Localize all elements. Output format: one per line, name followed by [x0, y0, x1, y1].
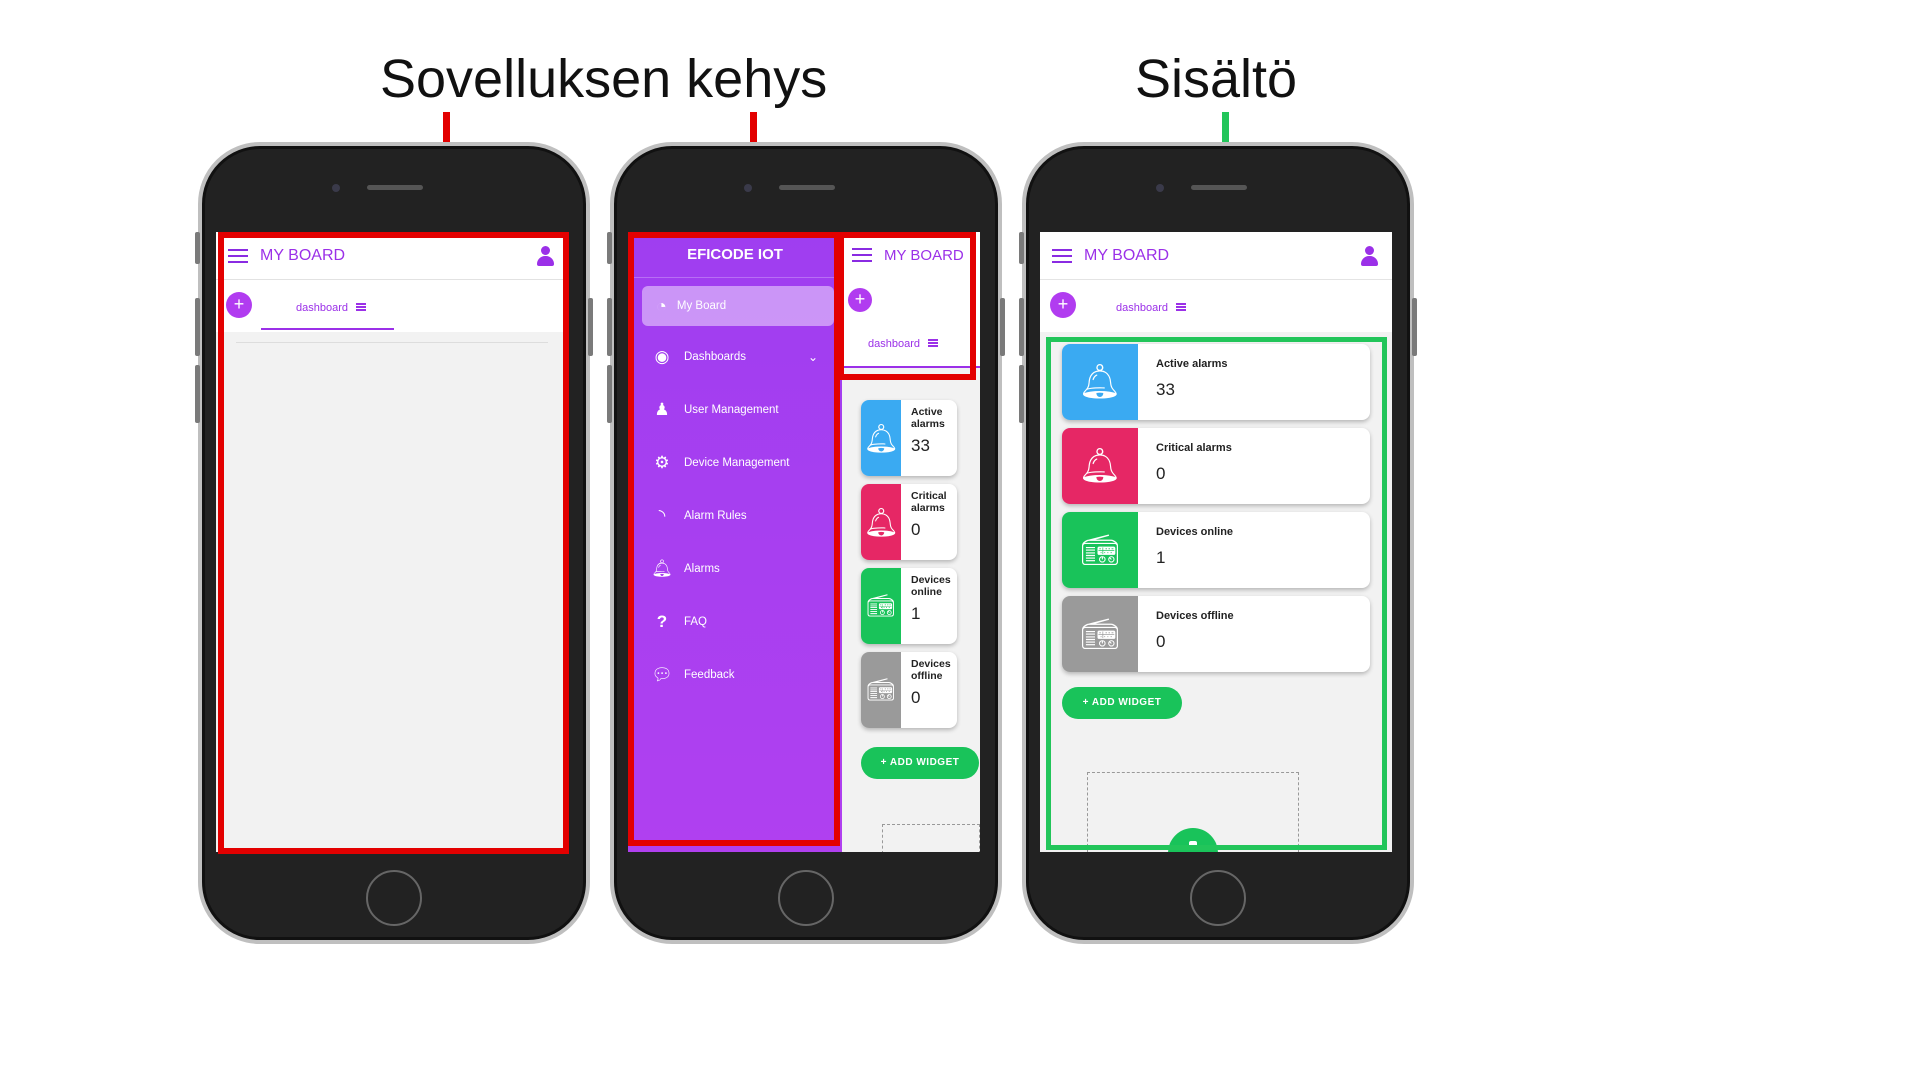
app-frame-highlight [218, 232, 569, 854]
bell-icon: 🔔︎ [861, 484, 901, 560]
widget-value: 0 [911, 688, 921, 707]
phone-camera [744, 184, 752, 192]
widget-value: 33 [911, 436, 930, 455]
user-icon[interactable] [1360, 245, 1378, 266]
phone-side-button [1019, 232, 1024, 264]
widget-value: 0 [911, 520, 921, 539]
app-frame-label: Sovelluksen kehys [380, 49, 828, 109]
router-icon: 📻︎ [861, 568, 901, 644]
hamburger-menu-icon[interactable] [1052, 248, 1072, 263]
tab-dashboard[interactable]: dashboard [1116, 298, 1186, 316]
phone-speaker [1191, 185, 1247, 190]
content-label: Sisältö [1135, 49, 1298, 109]
phone-side-button [195, 232, 200, 264]
home-button[interactable] [366, 870, 422, 926]
widget-value: 1 [911, 604, 921, 623]
home-button[interactable] [1190, 870, 1246, 926]
phone-side-button [195, 365, 200, 423]
widget-label: Devices online [911, 574, 951, 598]
phone-camera [332, 184, 340, 192]
phone-side-button [607, 365, 612, 423]
phone-side-button [1019, 365, 1024, 423]
widget-label: Critical alarms [911, 490, 947, 514]
widget-placeholder [882, 824, 980, 852]
tab-menu-icon[interactable] [1176, 302, 1186, 311]
widget-critical-alarms[interactable]: 🔔︎ Critical alarms 0 [861, 484, 957, 560]
phone-side-button [607, 298, 612, 356]
appbar-frame-highlight [838, 232, 976, 380]
widget-devices-online[interactable]: 📻︎ Devices online 1 [861, 568, 957, 644]
phone-side-button [1412, 298, 1417, 356]
add-tab-button[interactable]: + [1050, 292, 1076, 318]
home-button[interactable] [778, 870, 834, 926]
tab-label: dashboard [1116, 302, 1168, 314]
phone-side-button [607, 232, 612, 264]
phone-side-button [1000, 298, 1005, 356]
phone-side-button [588, 298, 593, 356]
tab-bar: + dashboard [1040, 280, 1392, 332]
phone-side-button [195, 298, 200, 356]
bell-icon: 🔔︎ [861, 400, 901, 476]
widget-label: Active alarms [911, 406, 945, 430]
phone-side-button [1019, 298, 1024, 356]
phone-speaker [367, 185, 423, 190]
router-icon: 📻︎ [861, 652, 901, 728]
widget-active-alarms[interactable]: 🔔︎ Active alarms 33 [861, 400, 957, 476]
content-highlight [1046, 337, 1387, 850]
widget-devices-offline[interactable]: 📻︎ Devices offline 0 [861, 652, 957, 728]
app-title: MY BOARD [1084, 246, 1170, 264]
add-widget-button[interactable]: + ADD WIDGET [861, 747, 979, 779]
phone-speaker [779, 185, 835, 190]
widget-label: Devices offline [911, 658, 951, 682]
app-bar: MY BOARD [1040, 232, 1392, 280]
phone-camera [1156, 184, 1164, 192]
drawer-frame-highlight [628, 232, 840, 846]
